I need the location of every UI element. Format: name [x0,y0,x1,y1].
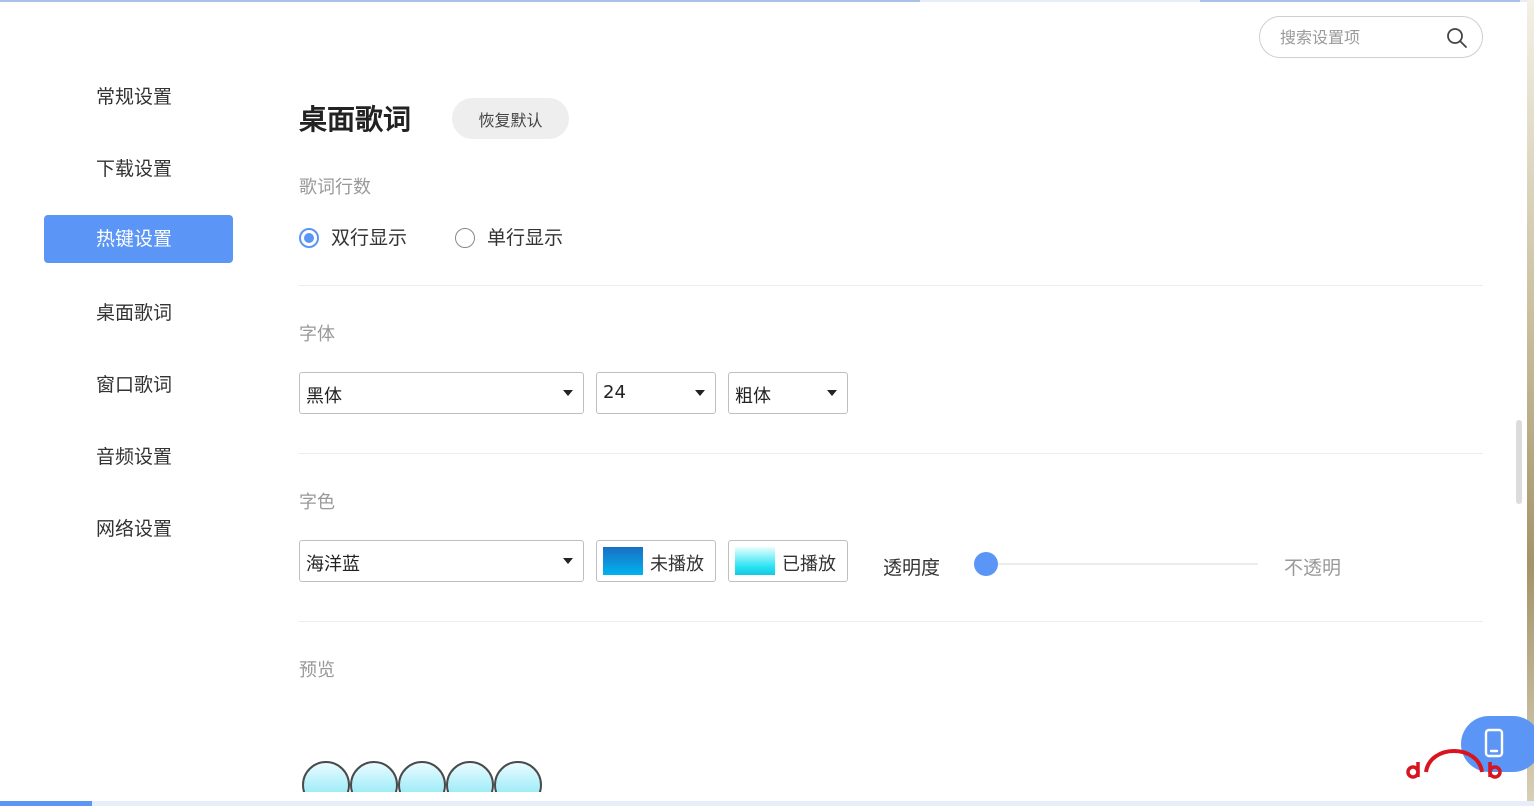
font-color-label: 字色 [299,492,335,513]
preview-glyph [446,761,494,792]
reset-default-button[interactable]: 恢复默认 [452,98,569,139]
opacity-slider-thumb[interactable] [974,552,998,576]
sidebar-item-download[interactable]: 下载设置 [44,145,233,193]
font-family-select[interactable]: 黑体 [299,372,584,414]
lyrics-preview [300,758,550,792]
color-scheme-select[interactable]: 海洋蓝 [299,540,584,582]
lyric-lines-label: 歌词行数 [299,177,371,198]
radio-label: 双行显示 [331,227,408,249]
sidebar-item-audio[interactable]: 音频设置 [44,433,233,481]
dropdown-arrow-icon [563,390,573,396]
top-accent-line [0,0,1534,2]
sidebar-item-window-lyrics[interactable]: 窗口歌词 [44,361,233,409]
divider [299,621,1483,622]
sidebar-item-desktop-lyrics[interactable]: 桌面歌词 [44,289,233,337]
bottom-progress-fill [0,801,92,806]
divider [299,453,1483,454]
played-color-swatch [735,547,775,575]
played-label: 已播放 [782,554,836,575]
scrollbar-thumb[interactable] [1516,420,1522,504]
search-input[interactable] [1280,25,1440,49]
sidebar-item-general[interactable]: 常规设置 [44,73,233,121]
divider [299,285,1483,286]
dropdown-arrow-icon [695,390,705,396]
dropdown-arrow-icon [827,390,837,396]
preview-glyph [302,761,350,792]
preview-glyph [494,761,542,792]
font-size-select[interactable]: 24 [596,372,716,414]
radio-checked-icon [299,228,319,248]
sidebar-item-hotkeys[interactable]: 热键设置 [44,215,233,263]
font-label: 字体 [299,324,335,345]
opacity-max-label: 不透明 [1284,557,1342,579]
color-scheme-value: 海洋蓝 [306,554,360,575]
unplayed-color-button[interactable]: 未播放 [596,540,716,582]
dropdown-arrow-icon [563,558,573,564]
window-edge [1527,0,1534,806]
sidebar-item-network[interactable]: 网络设置 [44,505,233,553]
font-size-value: 24 [603,382,626,403]
preview-glyph [350,761,398,792]
font-family-value: 黑体 [306,386,342,407]
search-box[interactable] [1259,16,1483,58]
font-weight-select[interactable]: 粗体 [728,372,848,414]
page-title: 桌面歌词 [299,103,412,136]
radio-label: 单行显示 [487,227,564,249]
bottom-progress-bar [0,801,1534,806]
opacity-slider-track[interactable] [986,563,1258,565]
radio-unchecked-icon [455,228,475,248]
font-weight-value: 粗体 [735,386,771,407]
preview-glyph [398,761,446,792]
opacity-label: 透明度 [883,557,941,579]
preview-label: 预览 [299,660,335,681]
played-color-button[interactable]: 已播放 [728,540,848,582]
search-icon[interactable] [1446,27,1468,49]
unplayed-label: 未播放 [650,554,704,575]
unplayed-color-swatch [603,547,643,575]
watermark-logo [1406,749,1502,779]
